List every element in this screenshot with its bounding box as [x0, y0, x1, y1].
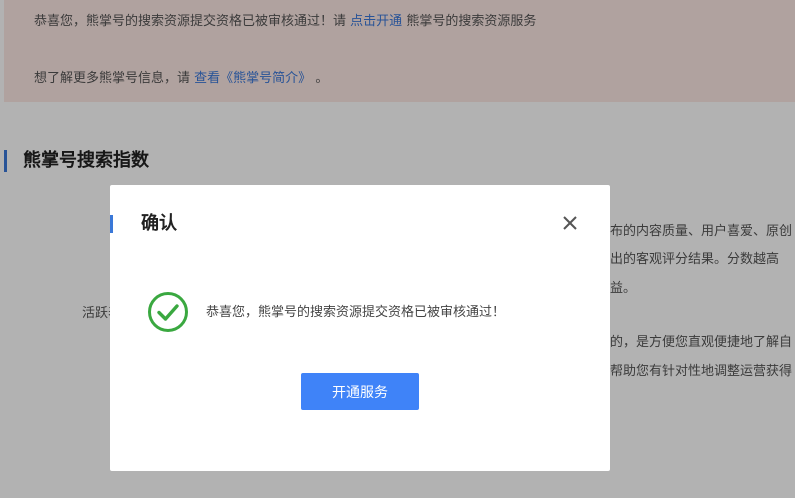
confirm-dialog: 确认 恭喜您，熊掌号的搜索资源提交资格已被审核通过！ 开通服务: [110, 185, 610, 471]
activate-service-button[interactable]: 开通服务: [301, 373, 419, 410]
dialog-title: 确认: [110, 215, 177, 233]
close-icon[interactable]: [560, 213, 580, 233]
check-circle-icon: [147, 291, 189, 333]
dialog-message: 恭喜您，熊掌号的搜索资源提交资格已被审核通过！: [206, 305, 506, 320]
close-icon-glyph: [563, 216, 577, 230]
